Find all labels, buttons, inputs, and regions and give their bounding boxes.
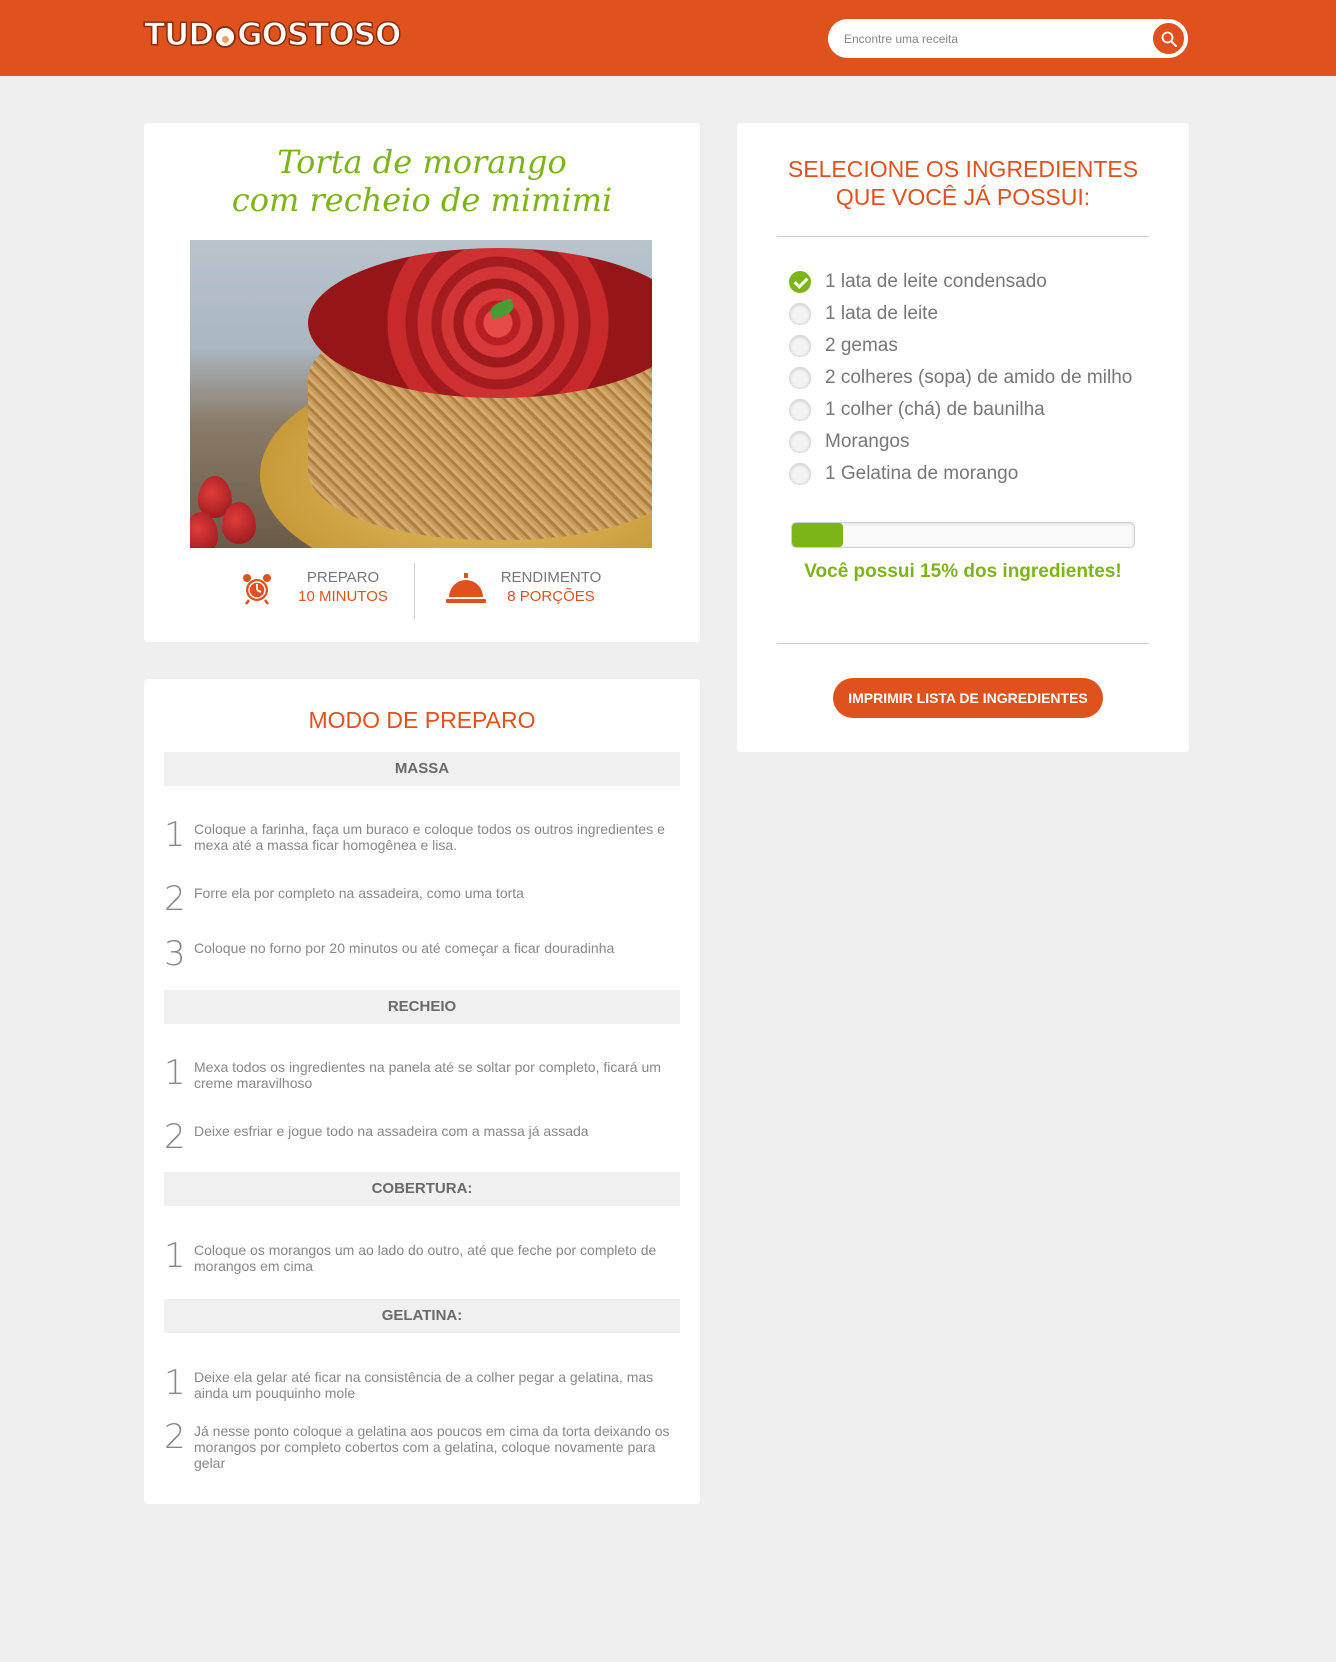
step-number: 3 bbox=[164, 934, 186, 974]
checkbox[interactable] bbox=[789, 431, 811, 453]
meta-divider bbox=[414, 563, 415, 619]
recipe-meta: PREPARO 10 MINUTOS RENDIMENTO 8 PORÇÕES bbox=[144, 563, 700, 619]
progress-fill bbox=[792, 523, 844, 547]
search-button[interactable] bbox=[1151, 21, 1186, 56]
ingredient-label: 1 colher (chá) de baunilha bbox=[825, 399, 1045, 420]
checkbox[interactable] bbox=[789, 303, 811, 325]
print-ingredients-button[interactable]: IMPRIMIR LISTA DE INGREDIENTES bbox=[833, 678, 1103, 718]
yield-value: 8 PORÇÕES bbox=[507, 588, 595, 605]
ingredient-label: 2 colheres (sopa) de amido de milho bbox=[825, 367, 1133, 388]
step-text: Deixe esfriar e jogue todo na assadeira … bbox=[194, 1123, 589, 1139]
site-logo[interactable]: TUD GOSTOSO bbox=[143, 14, 402, 56]
step-text: Já nesse ponto coloque a gelatina aos po… bbox=[194, 1423, 670, 1471]
step-number: 1 bbox=[164, 1363, 186, 1403]
steps-card: MODO DE PREPARO MASSA 1 Coloque a farinh… bbox=[144, 679, 700, 1504]
ingredients-card: SELECIONE OS INGREDIENTES QUE VOCÊ JÁ PO… bbox=[737, 123, 1189, 752]
step-number: 1 bbox=[164, 815, 186, 855]
section-header-gelatina: GELATINA: bbox=[164, 1299, 680, 1333]
ingredients-progress-bar bbox=[791, 522, 1135, 548]
step-text: Deixe ela gelar até ficar na consistênci… bbox=[194, 1369, 654, 1401]
progress-text: Você possui 15% dos ingredientes! bbox=[804, 561, 1122, 582]
step-number: 2 bbox=[164, 1117, 186, 1157]
ingredient-label: 1 lata de leite condensado bbox=[825, 271, 1047, 292]
logo-text-left: TUD bbox=[143, 16, 215, 54]
ingredient-item[interactable]: 1 Gelatina de morango bbox=[789, 461, 1149, 487]
ingredient-item[interactable]: 1 lata de leite bbox=[789, 301, 1149, 327]
ingredient-label: 2 gemas bbox=[825, 335, 898, 356]
recipe-card: Torta de morango com recheio de mimimi P… bbox=[144, 123, 700, 642]
logo-text-right: GOSTOSO bbox=[236, 16, 402, 54]
ingredient-label: 1 Gelatina de morango bbox=[825, 463, 1019, 484]
step-number: 1 bbox=[164, 1053, 186, 1093]
search-input[interactable] bbox=[844, 19, 1134, 58]
checkbox[interactable] bbox=[789, 463, 811, 485]
section-header-cobertura: COBERTURA: bbox=[164, 1172, 680, 1206]
recipe-photo bbox=[190, 240, 652, 548]
checkbox[interactable] bbox=[789, 335, 811, 357]
top-bar: TUD GOSTOSO bbox=[0, 0, 1336, 76]
checkbox[interactable] bbox=[789, 367, 811, 389]
checkbox[interactable] bbox=[789, 399, 811, 421]
checkbox-checked[interactable] bbox=[789, 271, 811, 293]
prep-label: PREPARO bbox=[306, 569, 380, 586]
step-text: Coloque no forno por 20 minutos ou até c… bbox=[194, 940, 615, 956]
recipe-title-line2: com recheio de mimimi bbox=[231, 181, 613, 219]
divider bbox=[777, 236, 1149, 237]
section-header-massa: MASSA bbox=[164, 752, 680, 786]
ingredients-title-line2: QUE VOCÊ JÁ POSSUI: bbox=[835, 184, 1091, 210]
step-number: 2 bbox=[164, 879, 186, 919]
recipe-title-line1: Torta de morango bbox=[277, 143, 567, 181]
prep-value: 10 MINUTOS bbox=[298, 588, 388, 605]
divider bbox=[777, 643, 1149, 644]
ingredient-item[interactable]: 2 gemas bbox=[789, 333, 1149, 359]
steps-title: MODO DE PREPARO bbox=[308, 707, 536, 733]
ingredient-label: Morangos bbox=[825, 431, 910, 452]
step-number: 2 bbox=[164, 1417, 186, 1457]
ingredient-label: 1 lata de leite bbox=[825, 303, 939, 324]
ingredients-title-line1: SELECIONE OS INGREDIENTES bbox=[787, 156, 1139, 182]
alarm-clock-icon bbox=[243, 574, 271, 605]
strawberry bbox=[222, 502, 256, 544]
chef-hat-icon bbox=[214, 26, 237, 48]
step-number: 1 bbox=[164, 1236, 186, 1276]
ingredient-item[interactable]: 2 colheres (sopa) de amido de milho bbox=[789, 365, 1149, 391]
ingredients-title: SELECIONE OS INGREDIENTES QUE VOCÊ JÁ PO… bbox=[737, 155, 1189, 211]
step-text: Coloque a farinha, faça um buraco e colo… bbox=[194, 821, 665, 853]
ingredient-item[interactable]: 1 colher (chá) de baunilha bbox=[789, 397, 1149, 423]
search-icon bbox=[1161, 31, 1177, 47]
search-box bbox=[828, 19, 1188, 58]
step-text: Mexa todos os ingredientes na panela até… bbox=[194, 1059, 661, 1091]
ingredient-item[interactable]: Morangos bbox=[789, 429, 1149, 455]
step-text: Forre ela por completo na assadeira, com… bbox=[194, 885, 524, 901]
ingredient-item[interactable]: 1 lata de leite condensado bbox=[789, 269, 1149, 295]
yield-label: RENDIMENTO bbox=[500, 569, 602, 586]
cloche-icon bbox=[446, 573, 486, 603]
recipe-title: Torta de morango com recheio de mimimi bbox=[144, 143, 700, 219]
section-header-recheio: RECHEIO bbox=[164, 990, 680, 1024]
step-text: Coloque os morangos um ao lado do outro,… bbox=[194, 1242, 657, 1274]
